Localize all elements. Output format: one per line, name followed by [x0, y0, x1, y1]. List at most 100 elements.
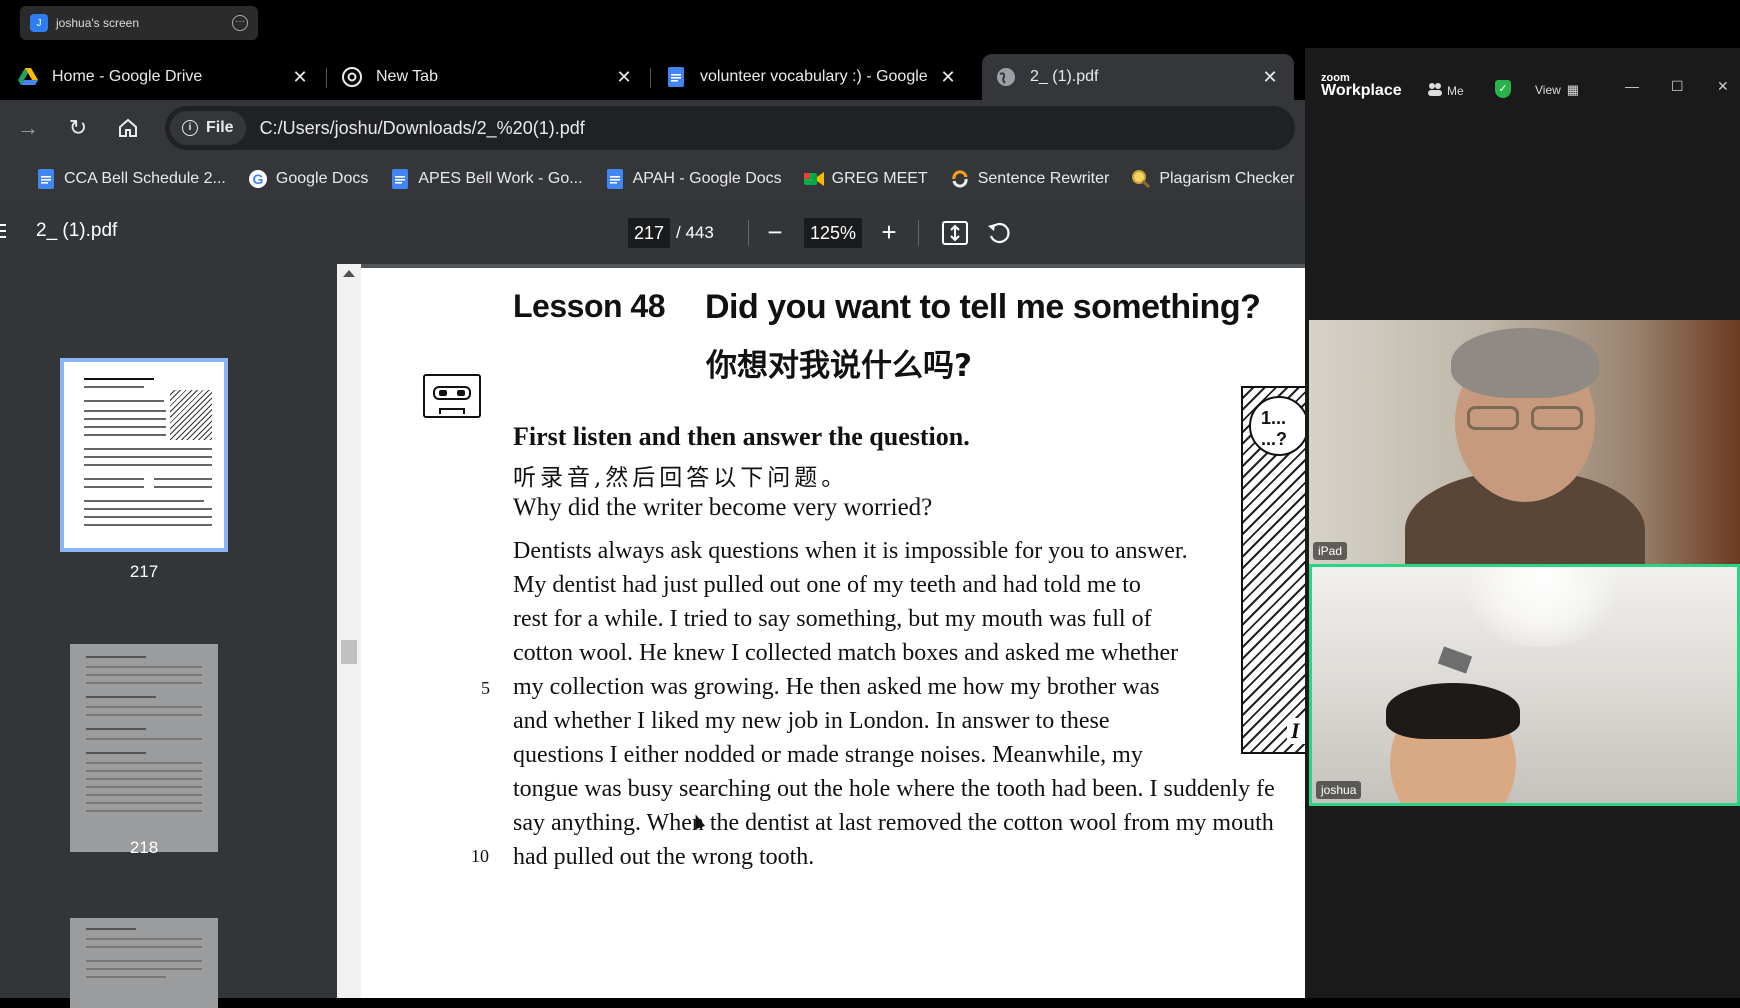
- tab-new-tab[interactable]: New Tab ✕: [328, 54, 648, 100]
- zoom-brand-large: Workplace: [1321, 82, 1402, 99]
- paragraph-line: tongue was busy searching out the hole w…: [513, 776, 1275, 802]
- tab-strip: Home - Google Drive ✕ New Tab ✕ voluntee…: [0, 48, 1305, 100]
- encryption-shield-icon[interactable]: ✓: [1495, 80, 1511, 98]
- tab-title: New Tab: [376, 68, 438, 85]
- bookmark-cca-bell-schedule[interactable]: CCA Bell Schedule 2...: [36, 169, 226, 189]
- bookmark-label: APAH - Google Docs: [632, 170, 782, 187]
- close-tab-icon[interactable]: ✕: [938, 67, 958, 88]
- lesson-heading: Did you want to tell me something?: [705, 288, 1261, 326]
- bookmark-google-docs[interactable]: G Google Docs: [248, 169, 369, 189]
- more-options-icon[interactable]: ···: [232, 15, 248, 31]
- paragraph-line: say anything. When the dentist at last r…: [513, 810, 1274, 836]
- close-tab-icon[interactable]: ✕: [290, 67, 310, 88]
- pdf-page: Lesson 48 Did you want to tell me someth…: [361, 268, 1305, 998]
- tab-divider: [650, 68, 651, 88]
- google-docs-icon: [390, 169, 410, 189]
- scroll-up-arrow-icon[interactable]: [343, 270, 355, 277]
- bookmark-plagarism-checker[interactable]: Plagarism Checker: [1131, 169, 1294, 189]
- scrollbar[interactable]: [337, 264, 361, 998]
- view-label: View: [1535, 83, 1561, 97]
- zoom-out-icon[interactable]: −: [758, 216, 792, 250]
- tab-volunteer-vocabulary[interactable]: volunteer vocabulary :) - Google Docs ✕: [652, 54, 972, 100]
- maximize-icon[interactable]: ☐: [1671, 78, 1684, 95]
- participants-button[interactable]: Me: [1427, 82, 1464, 99]
- toolbar-divider: [918, 220, 919, 246]
- svg-text:G: G: [252, 171, 263, 187]
- screen-share-bar: J joshua's screen ···: [0, 0, 1740, 48]
- paragraph-line: and whether I liked my new job in London…: [513, 708, 1110, 734]
- tab-divider: [326, 68, 327, 88]
- bookmark-label: GREG MEET: [831, 170, 928, 187]
- cassette-tape-icon: [423, 374, 481, 418]
- paragraph-line: my collection was growing. He then asked…: [513, 674, 1160, 700]
- thumbnail-sidebar: 217 218: [0, 264, 337, 1008]
- tab-title: Home - Google Drive: [52, 68, 203, 85]
- tab-google-drive[interactable]: Home - Google Drive ✕: [4, 54, 324, 100]
- google-docs-icon: [36, 169, 56, 189]
- thumbnail-page-number: 217: [129, 562, 159, 581]
- lesson-number: Lesson 48: [513, 288, 666, 324]
- line-number: 10: [471, 846, 489, 866]
- zoom-level-input[interactable]: 125%: [804, 218, 862, 248]
- bookmark-sentence-rewriter[interactable]: Sentence Rewriter: [950, 169, 1110, 189]
- line-number: 5: [481, 678, 490, 698]
- close-tab-icon[interactable]: ✕: [614, 67, 634, 88]
- close-window-icon[interactable]: ✕: [1717, 78, 1729, 95]
- forward-arrow-icon[interactable]: →: [14, 114, 42, 142]
- participant-video-ipad[interactable]: iPad: [1309, 320, 1740, 564]
- pdf-viewer: 217 218 Lesson 48 Did you want to tell m…: [0, 264, 1305, 1008]
- bookmark-label: CCA Bell Schedule 2...: [64, 170, 226, 187]
- minimize-icon[interactable]: —: [1625, 78, 1639, 94]
- cartoon-illustration: 1... ...? I s: [1241, 386, 1305, 754]
- google-docs-icon: [666, 67, 686, 87]
- rotate-icon[interactable]: [982, 216, 1016, 250]
- tab-pdf-active[interactable]: 2_ (1).pdf ✕: [982, 54, 1294, 100]
- reload-icon[interactable]: ↻: [64, 114, 92, 142]
- paragraph-line: rest for a while. I tried to say somethi…: [513, 606, 1152, 632]
- illustration-caption: I s: [1287, 718, 1305, 744]
- google-icon: G: [248, 169, 268, 189]
- participant-video-joshua[interactable]: joshua: [1309, 564, 1740, 806]
- url-text[interactable]: C:/Users/joshu/Downloads/2_%20(1).pdf: [260, 118, 585, 139]
- screen-share-label: joshua's screen: [56, 16, 140, 30]
- globe-icon: [996, 67, 1016, 87]
- zoom-in-icon[interactable]: +: [872, 216, 906, 250]
- screen-share-pill[interactable]: J joshua's screen ···: [20, 6, 258, 40]
- tab-title: volunteer vocabulary :) - Google Docs: [700, 68, 928, 85]
- paragraph-line: cotton wool. He knew I collected match b…: [513, 640, 1179, 666]
- page-thumbnail[interactable]: [70, 644, 218, 852]
- user-avatar: J: [30, 14, 48, 32]
- page-thumbnail[interactable]: [70, 918, 218, 1008]
- bookmarks-bar: CCA Bell Schedule 2... G Google Docs APE…: [0, 156, 1305, 202]
- page-thumbnail[interactable]: [60, 358, 228, 552]
- bookmark-label: Sentence Rewriter: [977, 170, 1110, 187]
- bookmark-apes-bell-work[interactable]: APES Bell Work - Go...: [390, 169, 583, 189]
- pdf-file-name: 2_ (1).pdf: [36, 220, 118, 241]
- browser-toolbar: → ↻ i File C:/Users/joshu/Downloads/2_%2…: [0, 100, 1305, 156]
- bookmark-greg-meet[interactable]: GREG MEET: [803, 169, 928, 189]
- scheme-label: File: [206, 119, 234, 136]
- listening-instruction: First listen and then answer the questio…: [513, 422, 970, 451]
- home-icon[interactable]: [114, 114, 142, 142]
- bookmark-label: APES Bell Work - Go...: [418, 170, 583, 187]
- chrome-icon: [342, 67, 362, 87]
- menu-icon[interactable]: [0, 224, 8, 242]
- speech-bubble: 1... ...?: [1249, 396, 1305, 456]
- paragraph-line: questions I either nodded or made strang…: [513, 742, 1143, 768]
- bookmark-label: Google Docs: [275, 170, 369, 187]
- site-info-chip[interactable]: i File: [170, 111, 246, 145]
- view-button[interactable]: View ▦: [1535, 82, 1579, 98]
- page-number-input[interactable]: 217: [628, 218, 670, 248]
- paragraph-line: Dentists always ask questions when it is…: [513, 538, 1188, 564]
- close-tab-icon[interactable]: ✕: [1260, 67, 1280, 88]
- address-bar[interactable]: i File C:/Users/joshu/Downloads/2_%20(1)…: [165, 106, 1295, 150]
- bookmark-label: Plagarism Checker: [1159, 170, 1295, 187]
- paragraph-line: had pulled out the wrong tooth.: [513, 844, 815, 870]
- comprehension-question: Why did the writer become very worried?: [513, 494, 933, 521]
- zoom-meeting-panel: zoom Workplace Me ✓ View ▦ — ☐ ✕ iPad jo…: [1305, 48, 1740, 998]
- bookmark-apah[interactable]: APAH - Google Docs: [605, 169, 782, 189]
- participant-name-label: iPad: [1313, 542, 1348, 560]
- scrollbar-thumb[interactable]: [341, 640, 357, 664]
- fit-to-page-icon[interactable]: [938, 216, 972, 250]
- google-meet-icon: [803, 169, 824, 189]
